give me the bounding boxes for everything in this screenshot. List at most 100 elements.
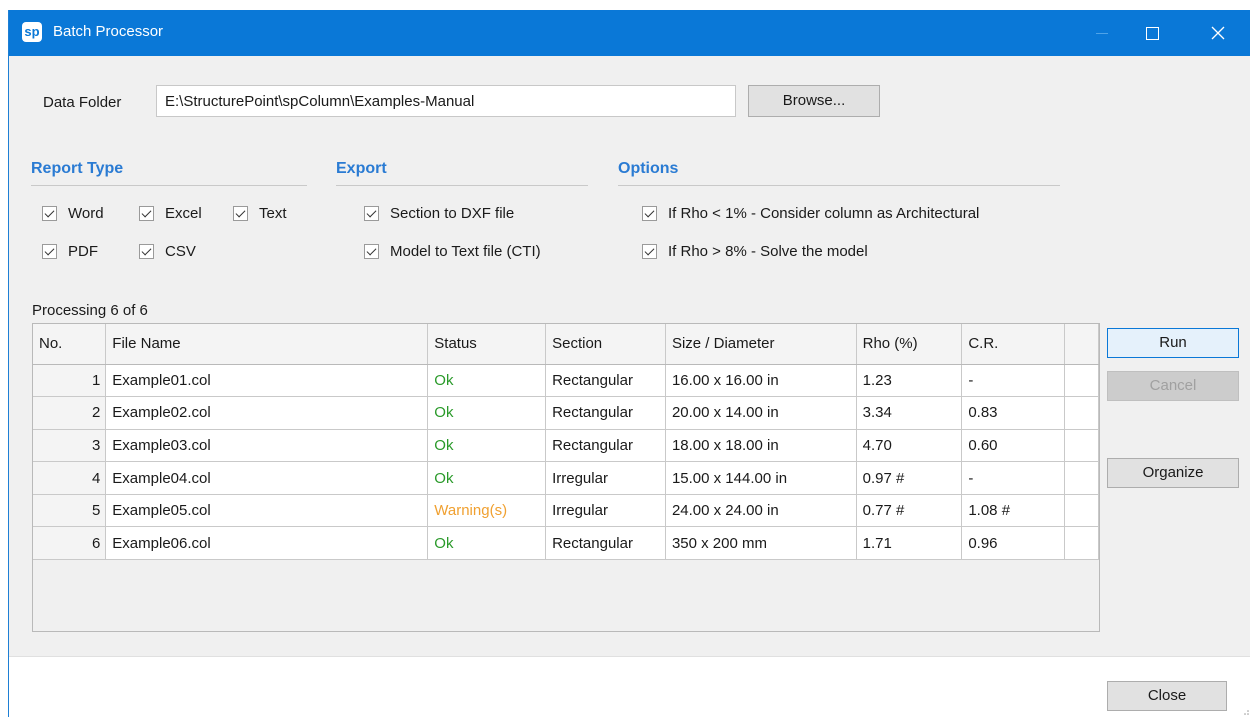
app-logo-icon: sp [22, 22, 42, 42]
file-name-cell: Example05.col [105, 494, 429, 528]
processing-status: Processing 6 of 6 [32, 302, 148, 319]
close-button[interactable]: Close [1107, 681, 1227, 711]
report-type-heading: Report Type [31, 160, 124, 177]
column-header-rho[interactable]: Rho (%) [856, 324, 963, 365]
column-header-file-name[interactable]: File Name [105, 324, 429, 365]
row-number: 6 [33, 526, 107, 561]
file-name-cell: Example01.col [105, 364, 429, 398]
close-window-button[interactable] [1195, 10, 1241, 56]
data-folder-label: Data Folder [43, 94, 122, 111]
cr-cell: 0.83 [961, 396, 1066, 430]
status-cell: Ok [427, 364, 547, 398]
checkmark-icon [139, 244, 154, 259]
export-divider [336, 185, 588, 186]
maximize-button[interactable] [1129, 10, 1175, 56]
table-header-row: No. File Name Status Section Size / Diam… [33, 324, 1099, 365]
file-name-cell: Example02.col [105, 396, 429, 430]
size-cell: 20.00 x 14.00 in [665, 396, 857, 430]
row-number: 1 [33, 364, 107, 398]
empty-cell [1064, 526, 1099, 561]
cr-cell: - [961, 364, 1066, 398]
row-number: 4 [33, 461, 107, 495]
table-row[interactable]: 5 Example05.col Warning(s) Irregular 24.… [33, 494, 1099, 528]
cancel-button[interactable]: Cancel [1107, 371, 1239, 401]
csv-checkbox[interactable]: CSV [139, 243, 196, 260]
rho-cell: 1.23 [856, 364, 963, 398]
section-cell: Rectangular [545, 526, 666, 561]
section-cell: Rectangular [545, 396, 666, 430]
column-header-section[interactable]: Section [545, 324, 666, 365]
browse-button[interactable]: Browse... [748, 85, 880, 117]
column-header-size[interactable]: Size / Diameter [665, 324, 857, 365]
row-number: 3 [33, 429, 107, 463]
table-row[interactable]: 4 Example04.col Ok Irregular 15.00 x 144… [33, 461, 1099, 495]
column-header-empty [1064, 324, 1099, 365]
cr-cell: 1.08 # [961, 494, 1066, 528]
run-button[interactable]: Run [1107, 328, 1239, 358]
size-cell: 16.00 x 16.00 in [665, 364, 857, 398]
size-cell: 15.00 x 144.00 in [665, 461, 857, 495]
checkmark-icon [42, 244, 57, 259]
checkmark-icon [364, 206, 379, 221]
size-cell: 18.00 x 18.00 in [665, 429, 857, 463]
status-cell: Ok [427, 396, 547, 430]
table-row[interactable]: 2 Example02.col Ok Rectangular 20.00 x 1… [33, 396, 1099, 430]
resize-grip-icon[interactable] [1241, 707, 1249, 715]
data-folder-input[interactable] [156, 85, 736, 117]
status-cell: Ok [427, 526, 547, 561]
report-type-divider [31, 185, 307, 186]
empty-cell [1064, 461, 1099, 495]
empty-cell [1064, 429, 1099, 463]
rho-low-checkbox[interactable]: If Rho < 1% - Consider column as Archite… [642, 205, 979, 222]
options-divider [618, 185, 1060, 186]
section-cell: Rectangular [545, 429, 666, 463]
rho-cell: 3.34 [856, 396, 963, 430]
table-row[interactable]: 6 Example06.col Ok Rectangular 350 x 200… [33, 526, 1099, 561]
pdf-checkbox[interactable]: PDF [42, 243, 98, 260]
empty-cell [1064, 364, 1099, 398]
row-number: 2 [33, 396, 107, 430]
checkmark-icon [139, 206, 154, 221]
checkmark-icon [42, 206, 57, 221]
column-header-cr[interactable]: C.R. [961, 324, 1066, 365]
maximize-icon [1145, 26, 1159, 40]
size-cell: 24.00 x 24.00 in [665, 494, 857, 528]
row-number: 5 [33, 494, 107, 528]
rho-high-label: If Rho > 8% - Solve the model [668, 243, 868, 260]
organize-button[interactable]: Organize [1107, 458, 1239, 488]
rho-cell: 0.77 # [856, 494, 963, 528]
close-icon [1211, 26, 1225, 40]
section-cell: Rectangular [545, 364, 666, 398]
empty-cell [1064, 396, 1099, 430]
section-dxf-checkbox[interactable]: Section to DXF file [364, 205, 514, 222]
rho-cell: 4.70 [856, 429, 963, 463]
checkmark-icon [233, 206, 248, 221]
title-bar: sp Batch Processor [9, 10, 1250, 56]
checkmark-icon [642, 206, 657, 221]
column-header-status[interactable]: Status [427, 324, 547, 365]
file-name-cell: Example03.col [105, 429, 429, 463]
options-heading: Options [618, 160, 679, 177]
excel-label: Excel [165, 205, 202, 222]
table-row[interactable]: 1 Example01.col Ok Rectangular 16.00 x 1… [33, 364, 1099, 398]
empty-cell [1064, 494, 1099, 528]
export-heading: Export [336, 160, 387, 177]
checkmark-icon [364, 244, 379, 259]
dialog-footer: Close [9, 656, 1250, 717]
column-header-no[interactable]: No. [33, 324, 107, 365]
rho-low-label: If Rho < 1% - Consider column as Archite… [668, 205, 980, 222]
minimize-button[interactable] [1079, 10, 1125, 56]
excel-checkbox[interactable]: Excel [139, 205, 202, 222]
status-cell: Ok [427, 461, 547, 495]
rho-high-checkbox[interactable]: If Rho > 8% - Solve the model [642, 243, 868, 260]
cr-cell: 0.96 [961, 526, 1066, 561]
file-name-cell: Example06.col [105, 526, 429, 561]
size-cell: 350 x 200 mm [665, 526, 857, 561]
model-text-checkbox[interactable]: Model to Text file (CTI) [364, 243, 541, 260]
word-checkbox[interactable]: Word [42, 205, 104, 222]
text-checkbox[interactable]: Text [233, 205, 287, 222]
model-text-label: Model to Text file (CTI) [390, 243, 541, 260]
rho-cell: 0.97 # [856, 461, 963, 495]
table-row[interactable]: 3 Example03.col Ok Rectangular 18.00 x 1… [33, 429, 1099, 463]
results-grid[interactable]: No. File Name Status Section Size / Diam… [32, 323, 1100, 632]
